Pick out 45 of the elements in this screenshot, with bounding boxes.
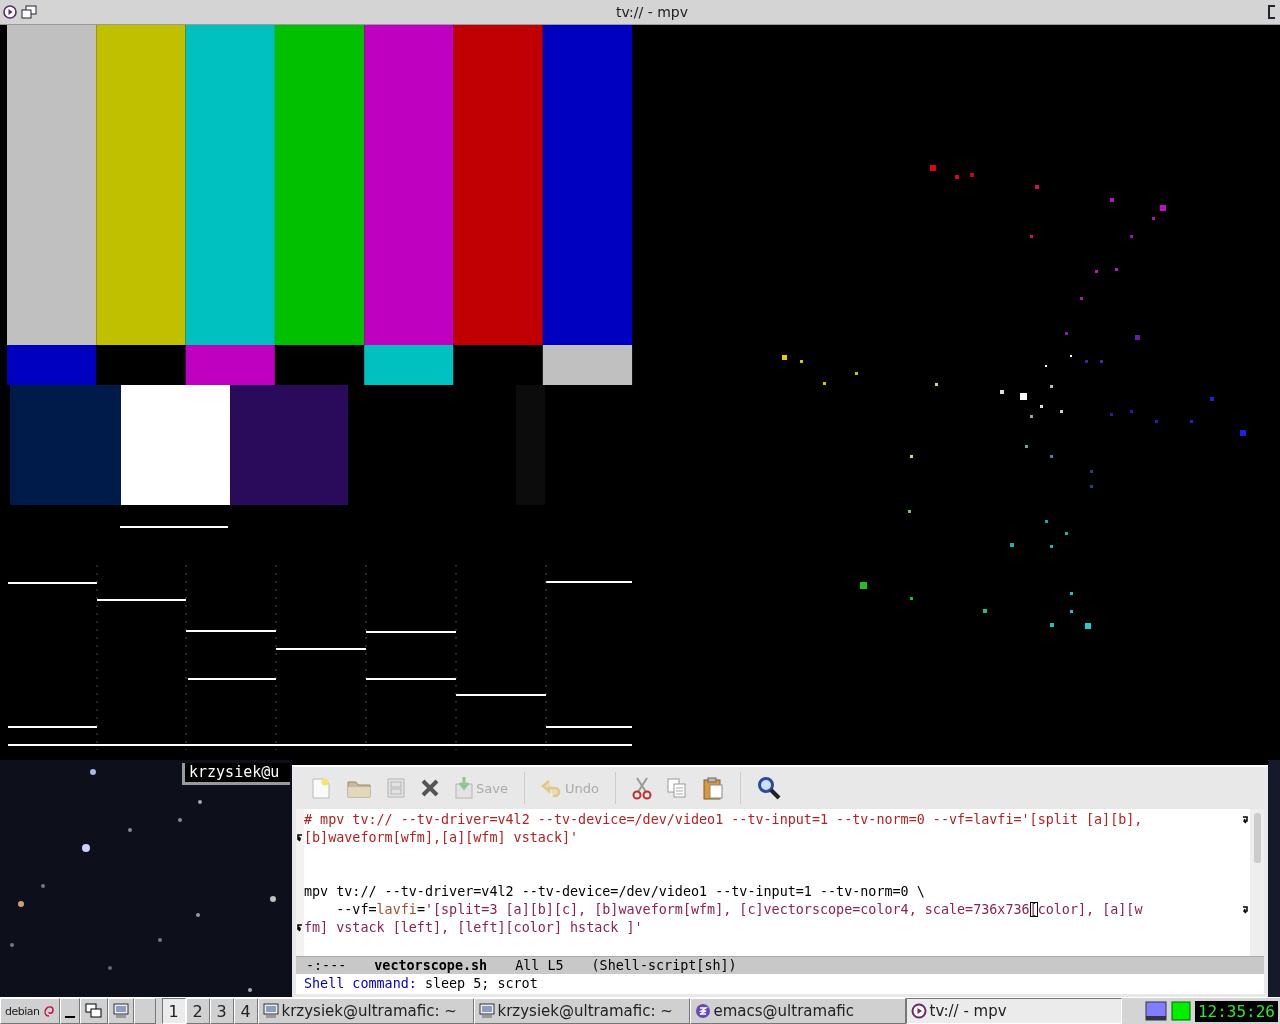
close-icon <box>420 778 440 798</box>
scissors-icon <box>631 776 652 800</box>
pager-icon <box>1144 1001 1167 1021</box>
task-button[interactable]: tv:// - mpv <box>905 998 1122 1024</box>
window-title: tv:// - mpv <box>615 4 689 20</box>
start-button[interactable]: debian <box>0 998 60 1024</box>
cabinet-icon <box>386 777 406 799</box>
restore-icon[interactable] <box>21 5 37 19</box>
windows-button[interactable] <box>79 998 108 1024</box>
maximize-icon[interactable] <box>1267 5 1277 19</box>
desktop-tab[interactable]: 4 <box>233 998 258 1024</box>
scrollbar[interactable] <box>1250 809 1264 956</box>
desktop-tab[interactable]: 1 <box>161 998 186 1024</box>
clipboard-icon <box>701 776 724 800</box>
code-line: mpv tv:// --tv-driver=v4l2 --tv-device=/dev/video1 --tv-input=1 --tv-norm=0 \ <box>304 883 926 901</box>
task-button[interactable]: krzysiek@ultramafic: ~ <box>473 998 690 1024</box>
search-icon <box>756 776 781 800</box>
computer-icon <box>478 1003 495 1019</box>
code-line: --vf=lavfi='[split=3 [a][b][c], [b]waveform[wfm], [c]vectorscope=color4, scale=736x736[color], [a][w <box>335 901 1144 919</box>
emacs-icon <box>694 1003 711 1019</box>
swirl-icon <box>42 1004 55 1018</box>
new-file-icon <box>310 776 332 800</box>
undo-icon <box>540 779 563 797</box>
cpu-meter-icon <box>1170 1001 1191 1021</box>
save-icon <box>454 776 474 800</box>
computer-icon <box>112 1003 129 1019</box>
terminal-window[interactable]: krzysiek@u <box>182 763 290 785</box>
play-icon <box>910 1003 927 1019</box>
play-icon[interactable] <box>3 5 17 19</box>
empty-button[interactable] <box>133 998 156 1024</box>
minimize-button[interactable] <box>59 998 80 1024</box>
desktop-button[interactable] <box>107 998 134 1024</box>
minibuffer[interactable]: Shell command: sleep 5; scrot <box>296 974 1264 994</box>
windows-icon <box>84 1003 103 1019</box>
clock: 12:35:26 <box>1194 1000 1278 1022</box>
desktop-tab[interactable]: 2 <box>185 998 210 1024</box>
task-button[interactable]: emacs@ultramafic <box>689 998 906 1024</box>
task-button[interactable]: krzysiek@ultramafic: ~ <box>257 998 474 1024</box>
copy-icon <box>665 777 688 799</box>
code-line: fm] vstack [left], [left][color] hstack ]' <box>304 919 644 937</box>
computer-icon <box>262 1003 279 1019</box>
desktop-tab[interactable]: 3 <box>209 998 234 1024</box>
code-line: # mpv tv:// --tv-driver=v4l2 --tv-device=/dev/video1 --tv-input=1 --tv-norm=0 --vf=lavfi='[split [a][b], <box>304 811 1144 829</box>
minimize-icon <box>64 1016 75 1018</box>
code-line: [b]waveform[wfm],[a][wfm] vstack]' <box>304 829 580 847</box>
